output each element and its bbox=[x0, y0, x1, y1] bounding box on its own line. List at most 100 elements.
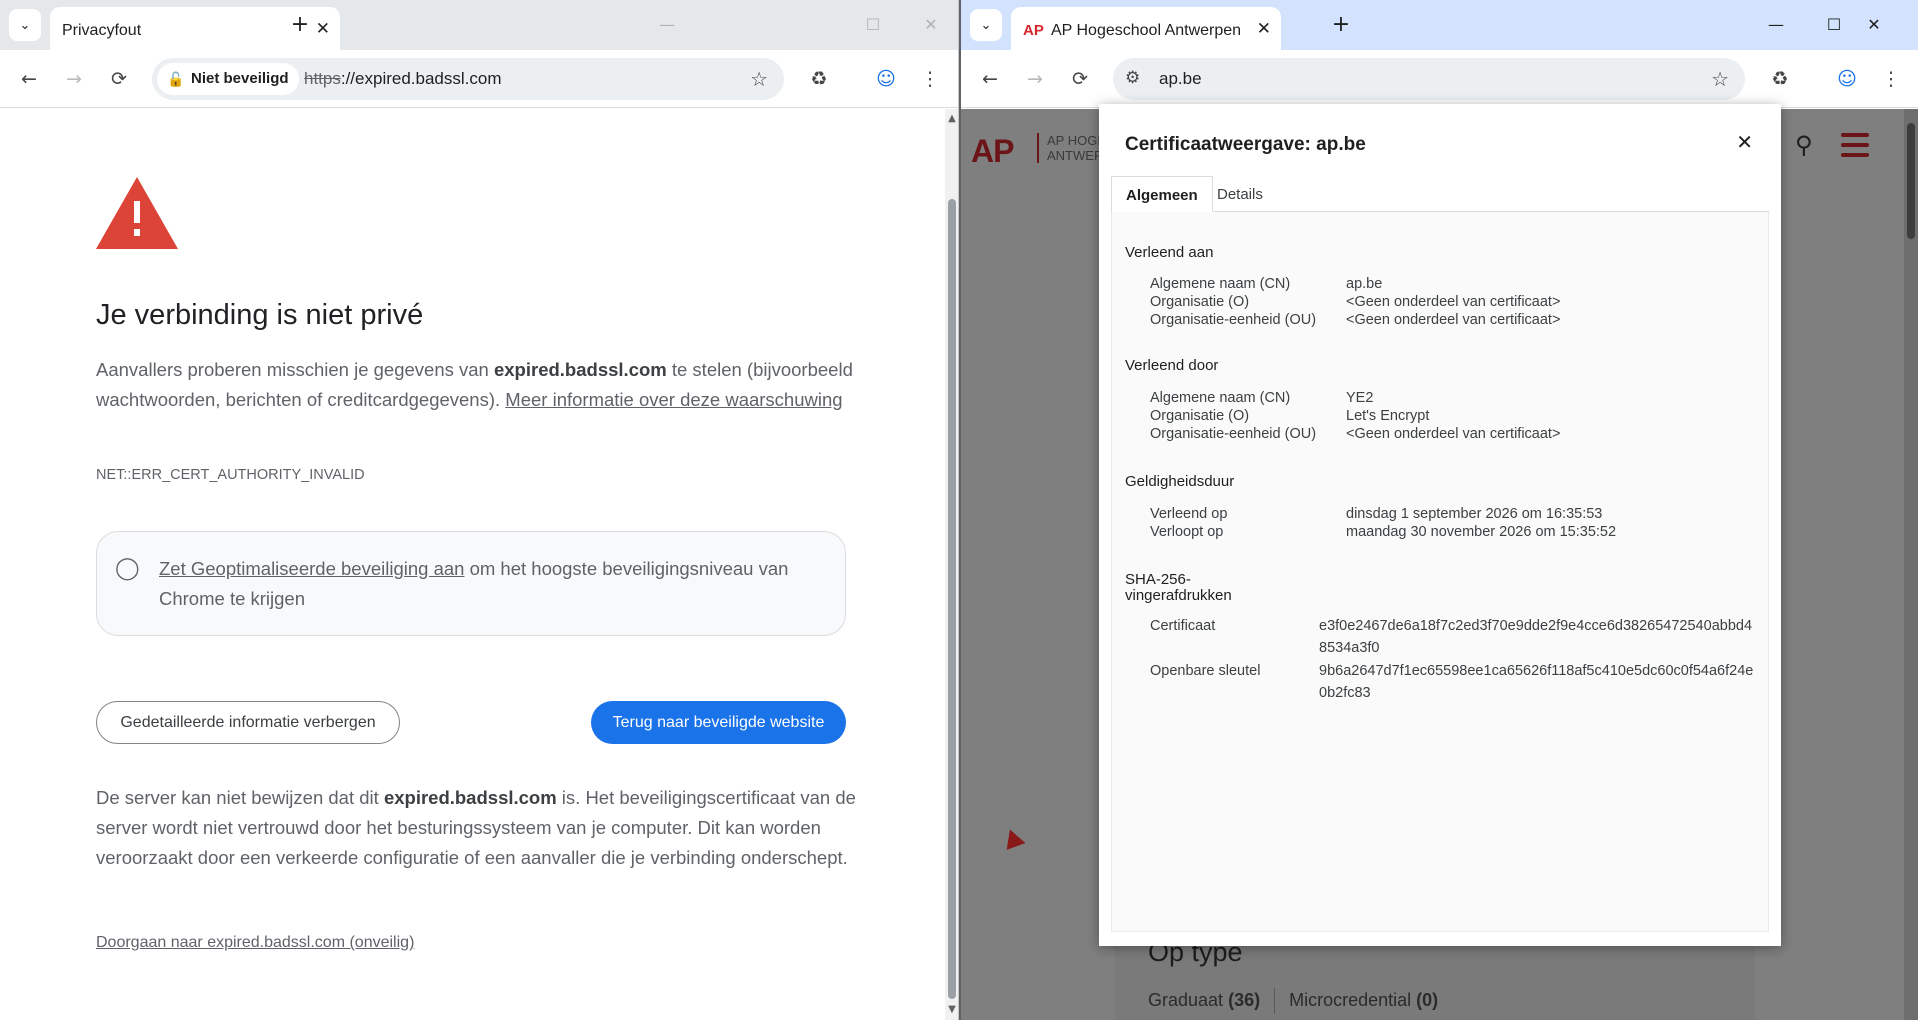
details-text: De server kan niet bewijzen dat dit expi… bbox=[96, 783, 856, 873]
filter-label: Microcredential bbox=[1289, 989, 1412, 1010]
forward-arrow-icon: → bbox=[66, 68, 82, 90]
minimize-button[interactable]: — bbox=[1756, 10, 1796, 40]
filter-options: Graduaat (36) Microcredential (0) bbox=[1148, 988, 1438, 1014]
minimize-icon: — bbox=[1768, 15, 1784, 34]
proceed-unsafe-link[interactable]: Doorgaan naar expired.badssl.com (onveil… bbox=[96, 934, 414, 952]
field-value: ap.be bbox=[1346, 276, 1383, 292]
tab-ap-hogeschool[interactable]: AP AP Hogeschool Antwerpen ✕ bbox=[1011, 7, 1281, 50]
field-label: Organisatie (O) bbox=[1150, 294, 1250, 310]
address-bar[interactable]: ⚙ ap.be ☆ bbox=[1113, 58, 1745, 100]
enhanced-protection-link[interactable]: Zet Geoptimaliseerde beveiliging aan bbox=[159, 558, 464, 579]
certificate-fingerprint: e3f0e2467de6a18f7c2ed3f70e9dde2f9e4cce6d… bbox=[1319, 618, 1753, 656]
field-value: maandag 30 november 2026 om 15:35:52 bbox=[1346, 524, 1617, 540]
public-key-fingerprint: 9b6a2647d7f1ec65598ee1ca65626f118af5c410… bbox=[1319, 663, 1754, 701]
close-icon[interactable]: ✕ bbox=[1257, 19, 1271, 39]
left-browser-window: ⌄ Privacyfout ✕ + — ☐ ✕ ← → ⟳ 🔓 Niet bev… bbox=[0, 0, 959, 1020]
url-scheme: https bbox=[304, 69, 341, 88]
tab-title: Privacyfout bbox=[62, 22, 142, 39]
maximize-button[interactable]: ☐ bbox=[853, 10, 893, 40]
scrollbar[interactable]: ▲ ▼ bbox=[945, 109, 958, 1020]
profile-button[interactable]: ☺ bbox=[871, 64, 901, 94]
tab-title: AP Hogeschool Antwerpen bbox=[1051, 22, 1242, 39]
scroll-down-icon[interactable]: ▼ bbox=[946, 1004, 958, 1015]
security-chip[interactable]: 🔓 Niet beveiligd bbox=[157, 63, 299, 95]
address-bar[interactable]: 🔓 Niet beveiligd https://expired.badssl.… bbox=[152, 58, 784, 100]
fingerprints-heading-line1: SHA-256- bbox=[1125, 571, 1191, 588]
certificate-viewer-dialog: Certificaatweergave: ap.be ✕ Algemeen De… bbox=[1099, 104, 1781, 946]
tab-general[interactable]: Algemeen bbox=[1111, 176, 1213, 212]
right-browser-window: ⌄ AP AP Hogeschool Antwerpen ✕ + — ☐ ✕ ←… bbox=[961, 0, 1918, 1020]
close-icon[interactable]: ✕ bbox=[316, 19, 330, 39]
menu-button[interactable]: ⋮ bbox=[915, 64, 945, 94]
tip-text: Zet Geoptimaliseerde beveiliging aan om … bbox=[159, 554, 829, 614]
profile-icon: ☺ bbox=[876, 68, 896, 90]
back-arrow-icon: ← bbox=[982, 68, 998, 90]
scrollbar-thumb[interactable] bbox=[1907, 123, 1915, 239]
toolbar: ← → ⟳ ⚙ ap.be ☆ ♻ ☺ ⋮ bbox=[961, 50, 1918, 108]
extensions-button[interactable]: ♻ bbox=[804, 64, 834, 94]
hamburger-menu-icon[interactable] bbox=[1841, 133, 1869, 163]
scrollbar-thumb[interactable] bbox=[948, 199, 956, 999]
security-chip-label: Niet beveiligd bbox=[191, 70, 289, 87]
back-to-safety-button[interactable]: Terug naar beveiligde website bbox=[591, 701, 846, 744]
forward-arrow-icon: → bbox=[1027, 68, 1043, 90]
extensions-button[interactable]: ♻ bbox=[1765, 64, 1795, 94]
maximize-button[interactable]: ☐ bbox=[1814, 10, 1854, 40]
ap-logo: AP bbox=[971, 133, 1014, 169]
url-text[interactable]: ap.be bbox=[1159, 69, 1202, 89]
reload-button[interactable]: ⟳ bbox=[104, 64, 134, 94]
field-label: Algemene naam (CN) bbox=[1150, 276, 1291, 292]
tab-search-button[interactable]: ⌄ bbox=[970, 9, 1002, 41]
extensions-icon: ♻ bbox=[1771, 68, 1789, 90]
profile-button[interactable]: ☺ bbox=[1832, 64, 1862, 94]
filter-count: (0) bbox=[1416, 989, 1439, 1010]
close-icon[interactable]: ✕ bbox=[1736, 130, 1753, 154]
section-validity: Geldigheidsduur bbox=[1125, 473, 1235, 490]
filter-graduaat[interactable]: Graduaat (36) bbox=[1148, 990, 1260, 1010]
back-button[interactable]: ← bbox=[975, 64, 1005, 94]
lightbulb-icon: ◯ bbox=[115, 556, 140, 581]
chevron-down-icon: ⌄ bbox=[980, 17, 992, 33]
star-icon[interactable]: ☆ bbox=[1711, 67, 1729, 91]
forward-button[interactable]: → bbox=[59, 64, 89, 94]
tab-strip: ⌄ AP AP Hogeschool Antwerpen ✕ + — ☐ ✕ bbox=[961, 0, 1918, 50]
field-value: <Geen onderdeel van certificaat> bbox=[1346, 294, 1561, 310]
filter-count: (36) bbox=[1228, 989, 1261, 1010]
field-value: YE2 bbox=[1346, 390, 1374, 406]
detail-pre: De server kan niet bewijzen dat dit bbox=[96, 787, 384, 808]
ap-name: AP HOGE ANTWER bbox=[1037, 133, 1106, 163]
dialog-tabs: Algemeen Details bbox=[1111, 176, 1769, 212]
profile-icon: ☺ bbox=[1837, 68, 1857, 90]
page-title: Je verbinding is niet privé bbox=[96, 299, 424, 331]
field-value: dinsdag 1 september 2026 om 16:35:53 bbox=[1346, 506, 1603, 522]
section-issued-to: Verleend aan bbox=[1125, 244, 1214, 261]
new-tab-button[interactable]: + bbox=[1327, 11, 1355, 39]
field-label: Verloopt op bbox=[1150, 524, 1224, 540]
field-label: Verleend op bbox=[1150, 506, 1228, 522]
tab-details[interactable]: Details bbox=[1203, 176, 1277, 212]
search-icon[interactable]: ⚲ bbox=[1795, 131, 1813, 159]
reload-button[interactable]: ⟳ bbox=[1065, 64, 1095, 94]
plus-icon: + bbox=[1331, 12, 1351, 37]
back-button[interactable]: ← bbox=[14, 64, 44, 94]
close-window-button[interactable]: ✕ bbox=[911, 10, 951, 40]
learn-more-link[interactable]: Meer informatie over deze waarschuwing bbox=[505, 389, 842, 410]
filter-microcredential[interactable]: Microcredential (0) bbox=[1289, 990, 1438, 1010]
toolbar: ← → ⟳ 🔓 Niet beveiligd https://expired.b… bbox=[0, 50, 958, 108]
minimize-button[interactable]: — bbox=[647, 10, 687, 40]
tab-search-button[interactable]: ⌄ bbox=[9, 9, 41, 41]
forward-button[interactable]: → bbox=[1020, 64, 1050, 94]
hide-details-button[interactable]: Gedetailleerde informatie verbergen bbox=[96, 701, 400, 744]
ap-favicon: AP bbox=[1023, 22, 1044, 39]
field-value: Let's Encrypt bbox=[1346, 408, 1430, 424]
scrollbar[interactable] bbox=[1904, 109, 1918, 1020]
star-icon[interactable]: ☆ bbox=[750, 67, 768, 91]
site-settings-icon[interactable]: ⚙ bbox=[1125, 68, 1140, 88]
menu-button[interactable]: ⋮ bbox=[1876, 64, 1906, 94]
minimize-icon: — bbox=[659, 15, 675, 34]
scroll-up-icon[interactable]: ▲ bbox=[946, 113, 958, 124]
url-text[interactable]: https://expired.badssl.com bbox=[304, 69, 502, 89]
new-tab-button[interactable]: + bbox=[286, 11, 314, 39]
interstitial-page: Je verbinding is niet privé Aanvallers p… bbox=[0, 109, 945, 1020]
close-window-button[interactable]: ✕ bbox=[1854, 10, 1894, 40]
